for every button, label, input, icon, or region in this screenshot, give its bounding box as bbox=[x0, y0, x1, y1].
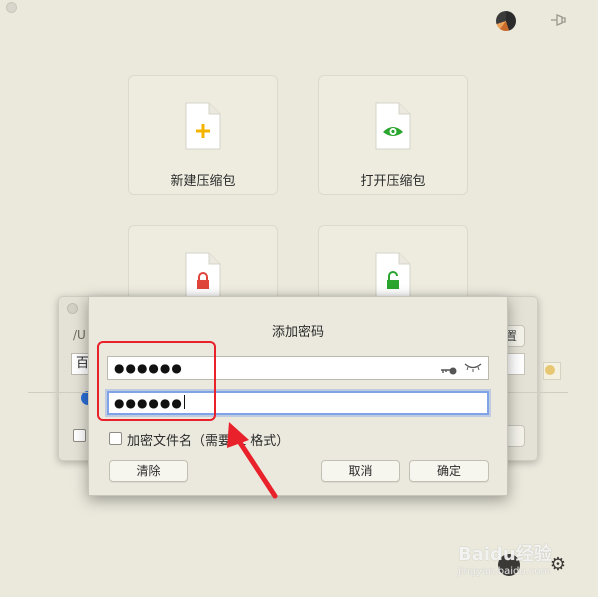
tile-label: 打开压缩包 bbox=[360, 174, 426, 189]
dialog-title: 添加密码 bbox=[271, 325, 324, 340]
window-close-dot[interactable] bbox=[67, 303, 78, 314]
key-icon[interactable] bbox=[440, 361, 458, 383]
watermark: Baidu经验 jingyan.baidu.com bbox=[456, 534, 586, 582]
watermark-url: jingyan.baidu.com bbox=[458, 566, 551, 577]
tile-open-archive[interactable]: 打开压缩包 bbox=[318, 75, 468, 195]
right-field[interactable] bbox=[505, 353, 525, 375]
right-button[interactable] bbox=[505, 425, 525, 447]
ok-button[interactable]: 确定 bbox=[409, 460, 489, 482]
archive-path: /U bbox=[73, 328, 86, 342]
option-checkbox[interactable] bbox=[73, 429, 86, 442]
plus-file-icon bbox=[185, 102, 221, 150]
cancel-button[interactable]: 取消 bbox=[321, 460, 400, 482]
annotation-arrow bbox=[215, 418, 285, 500]
lock-file-icon bbox=[185, 252, 221, 300]
window-control-dot[interactable] bbox=[6, 2, 17, 13]
eye-closed-icon[interactable] bbox=[464, 358, 482, 380]
highlight-box bbox=[97, 341, 216, 421]
tile-label: 新建压缩包 bbox=[170, 174, 236, 189]
user-avatar[interactable] bbox=[496, 11, 516, 31]
file-thumbnail-icon bbox=[543, 362, 561, 380]
tile-new-archive[interactable]: 新建压缩包 bbox=[128, 75, 278, 195]
eye-file-icon bbox=[375, 102, 411, 150]
watermark-brand: Baidu经验 bbox=[458, 544, 552, 565]
encrypt-filenames-checkbox[interactable] bbox=[109, 432, 122, 445]
unlock-file-icon bbox=[375, 252, 411, 300]
clear-button[interactable]: 清除 bbox=[109, 460, 188, 482]
pin-icon[interactable] bbox=[548, 12, 568, 28]
